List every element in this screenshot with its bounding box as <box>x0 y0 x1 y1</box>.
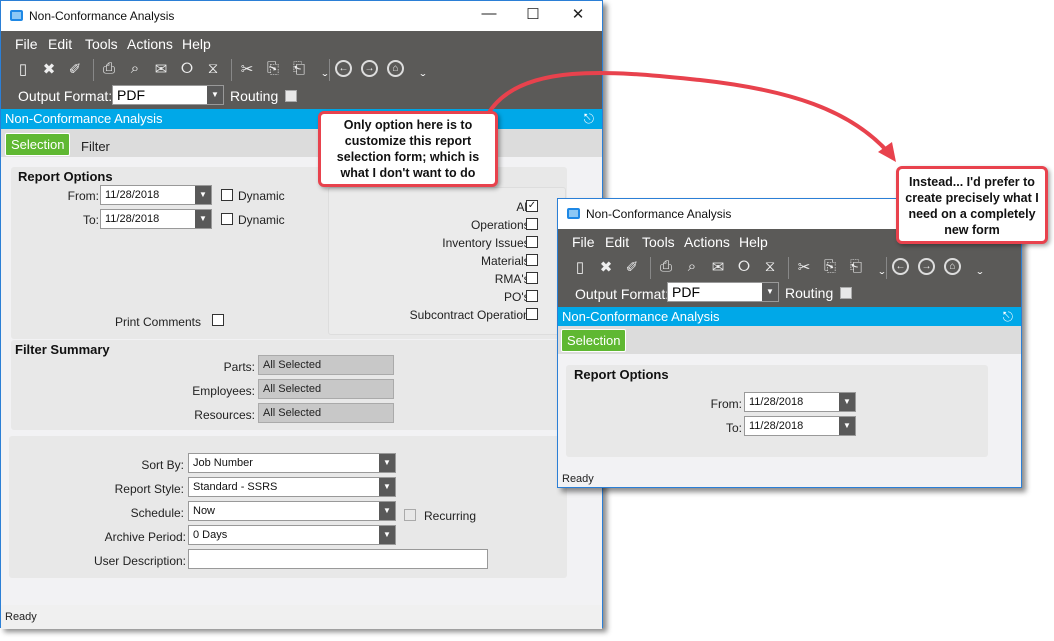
annotation-arrow <box>486 71 896 162</box>
arrow-path <box>486 71 890 154</box>
callout-left: Only option here is to customize this re… <box>318 111 498 187</box>
callout-right: Instead... I'd prefer to create precisel… <box>896 166 1048 244</box>
